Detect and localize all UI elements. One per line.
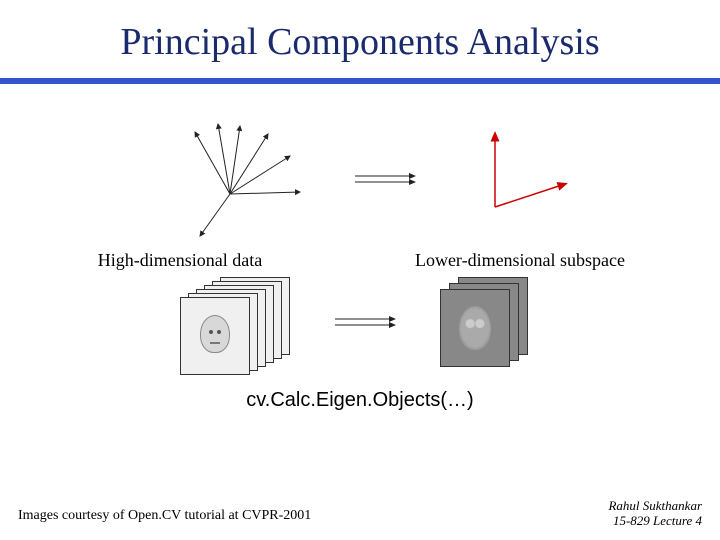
course-lecture: 15-829 Lecture 4: [608, 514, 702, 528]
vector-row: [40, 114, 680, 244]
low-dim-label: Lower-dimensional subspace: [390, 250, 650, 271]
slide-title: Principal Components Analysis: [0, 0, 720, 78]
slide-footer: Rahul Sukthankar 15-829 Lecture 4: [608, 499, 702, 528]
function-call-label: cv.Calc.Eigen.Objects(…): [40, 389, 680, 412]
face-image-stack: [180, 277, 300, 367]
maps-to-arrow-icon: [330, 307, 410, 337]
high-dim-vectors-icon: [140, 114, 320, 244]
maps-to-arrow-icon: [350, 164, 430, 194]
slide-content: High-dimensional data Lower-dimensional …: [0, 84, 720, 412]
vector-labels: High-dimensional data Lower-dimensional …: [40, 250, 680, 271]
high-dim-label: High-dimensional data: [70, 250, 290, 271]
image-credit: Images courtesy of Open.CV tutorial at C…: [18, 508, 311, 524]
faces-row: [40, 277, 680, 367]
eigenface-stack: [440, 277, 540, 367]
low-dim-axes-icon: [460, 119, 580, 239]
author-name: Rahul Sukthankar: [608, 499, 702, 513]
